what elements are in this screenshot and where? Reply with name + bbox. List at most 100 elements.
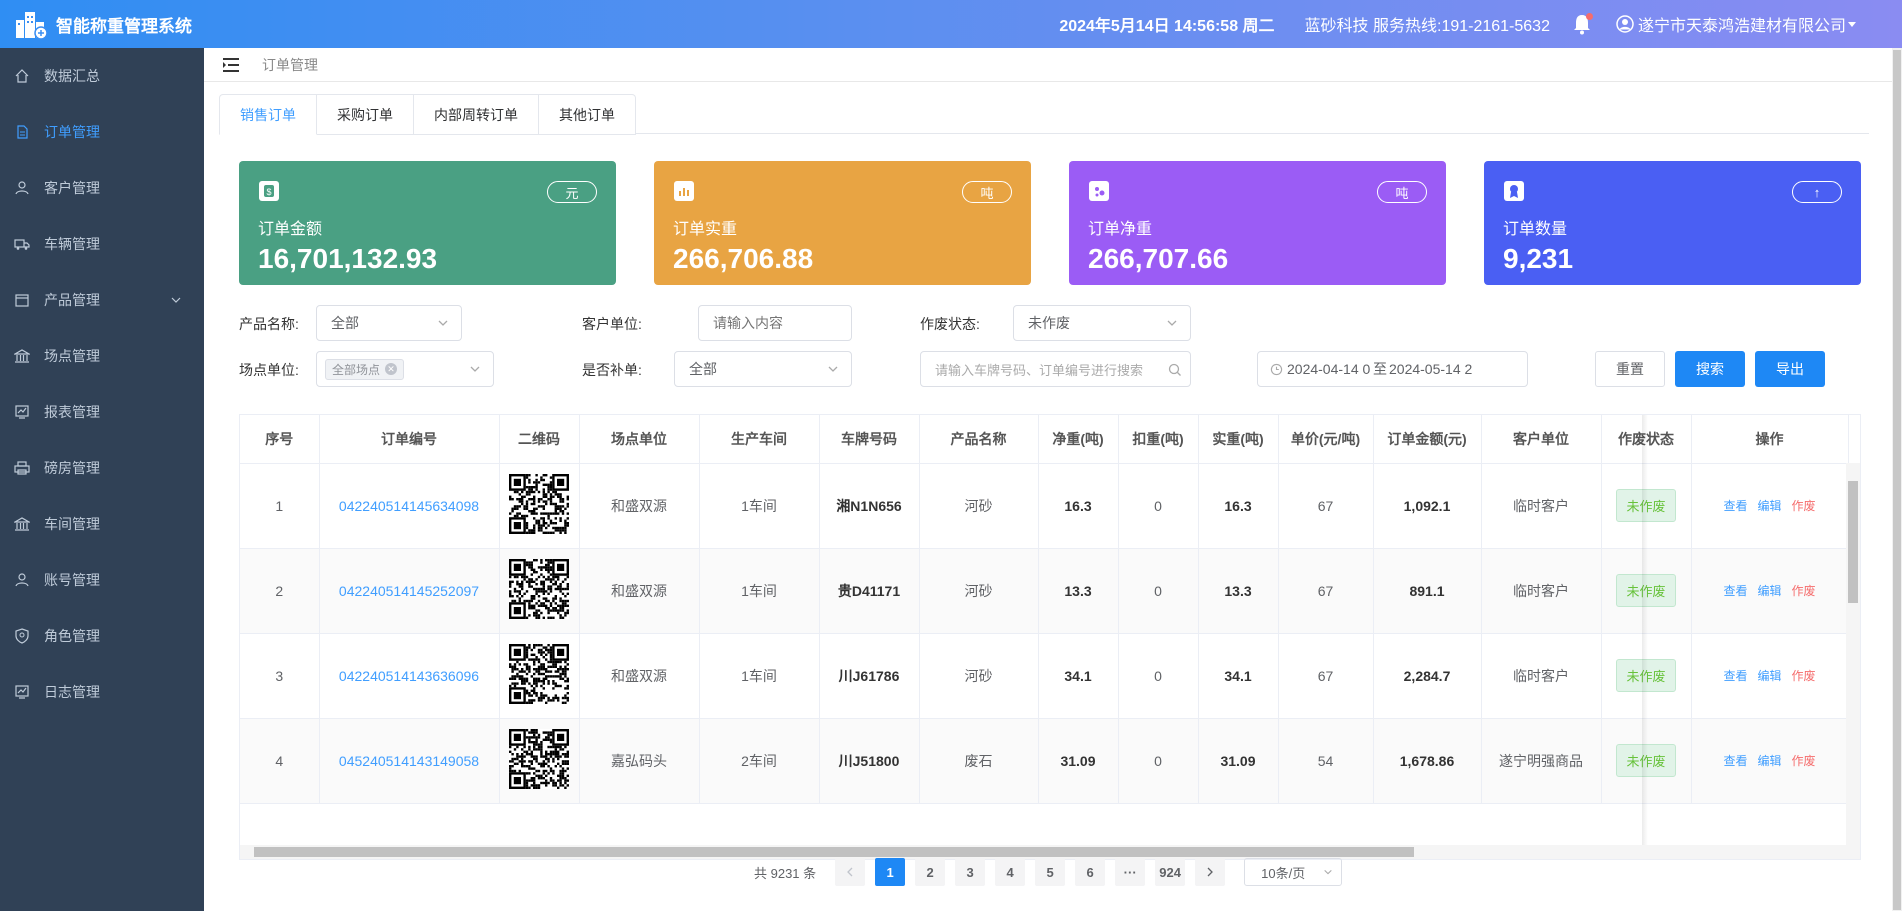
sidebar-item[interactable]: 数据汇总 (0, 48, 204, 104)
user-menu[interactable]: 遂宁市天泰鸿浩建材有限公司 (1616, 12, 1862, 36)
card-unit-badge[interactable]: 元 (547, 181, 597, 203)
cell-unit-price: 54 (1278, 718, 1374, 804)
cell-unit-price: 67 (1278, 633, 1374, 719)
supplement-filter-label: 是否补单: (582, 362, 642, 378)
sidebar-item[interactable]: 磅房管理 (0, 440, 204, 496)
page-button[interactable]: 3 (955, 858, 986, 886)
sidebar-item[interactable]: 客户管理 (0, 160, 204, 216)
edit-button[interactable]: 编辑 (1757, 754, 1781, 768)
chart-icon (15, 405, 29, 419)
void-status-select[interactable]: 未作废 (1013, 305, 1191, 341)
order-number-link[interactable]: 042240514143636096 (319, 633, 500, 719)
page-size-select[interactable]: 10条/页 (1244, 858, 1343, 886)
sidebar-item[interactable]: 产品管理 (0, 272, 204, 328)
page-button[interactable]: 1 (875, 858, 906, 886)
tab[interactable]: 销售订单 (219, 94, 317, 135)
void-button[interactable]: 作废 (1792, 669, 1816, 683)
void-button[interactable]: 作废 (1792, 584, 1816, 598)
sidebar-item-label: 报表管理 (44, 404, 100, 420)
reset-button[interactable]: 重置 (1595, 351, 1665, 387)
cell-qr[interactable] (499, 633, 580, 719)
notification-bell-icon[interactable] (1572, 13, 1594, 35)
next-page-button[interactable] (1195, 858, 1226, 886)
tab[interactable]: 其他订单 (539, 94, 636, 135)
cell-actual-weight: 31.09 (1198, 718, 1279, 804)
sidebar-item[interactable]: 车间管理 (0, 496, 204, 552)
sidebar-item[interactable]: 角色管理 (0, 608, 204, 664)
qr-code (509, 644, 569, 704)
sidebar-item[interactable]: 场点管理 (0, 328, 204, 384)
column-header: 二维码 (499, 415, 580, 464)
customer-input[interactable] (698, 305, 852, 341)
column-header: 产品名称 (919, 415, 1039, 464)
edit-button[interactable]: 编辑 (1757, 669, 1781, 683)
search-button[interactable]: 搜索 (1675, 351, 1745, 387)
sidebar-item[interactable]: 车辆管理 (0, 216, 204, 272)
prev-page-button[interactable] (835, 858, 866, 886)
product-select[interactable]: 全部 (316, 305, 462, 341)
tab[interactable]: 内部周转订单 (414, 94, 539, 135)
breadcrumb[interactable]: 订单管理 (262, 55, 318, 75)
tab[interactable]: 采购订单 (317, 94, 414, 135)
order-net-weight-card: 吨订单净重 266,707.66 (1069, 161, 1446, 285)
view-button[interactable]: 查看 (1723, 499, 1747, 513)
card-unit-badge[interactable]: 吨 (1377, 181, 1427, 203)
order-number-link[interactable]: 042240514145634098 (319, 463, 500, 549)
export-button[interactable]: 导出 (1755, 351, 1825, 387)
card-value: 9,231 (1503, 243, 1574, 274)
keyword-search-input[interactable]: 请输入车牌号码、订单编号进行搜索 (920, 351, 1191, 387)
page-scroll-thumb[interactable] (1893, 50, 1901, 910)
site-select[interactable]: 全部场点 ✕ (316, 351, 494, 387)
date-range-picker[interactable]: 2024-04-14 0 至 2024-05-14 2 (1257, 351, 1528, 387)
cell-amount: 891.1 (1373, 548, 1482, 634)
cell-qr[interactable] (499, 548, 580, 634)
page-button[interactable]: 6 (1075, 858, 1106, 886)
close-icon[interactable]: ✕ (385, 363, 398, 375)
void-button[interactable]: 作废 (1792, 754, 1816, 768)
cell-amount: 2,284.7 (1373, 633, 1482, 719)
cell-index: 3 (240, 633, 320, 719)
page-button[interactable]: 2 (915, 858, 946, 886)
page-scrollbar[interactable] (1892, 48, 1902, 911)
sidebar-item[interactable]: 日志管理 (0, 664, 204, 720)
total-count: 共 9231 条 (754, 865, 817, 881)
sidebar-item-label: 客户管理 (44, 180, 100, 196)
sidebar-item[interactable]: 账号管理 (0, 552, 204, 608)
column-header: 单价(元/吨) (1278, 415, 1374, 464)
cell-site: 和盛双源 (579, 633, 700, 719)
page-button[interactable]: ··· (1115, 858, 1146, 886)
cell-qr[interactable] (499, 463, 580, 549)
order-number-link[interactable]: 042240514145252097 (319, 548, 500, 634)
chevron-down-icon (171, 297, 181, 303)
vertical-scroll-thumb[interactable] (1848, 481, 1858, 603)
table-vertical-scrollbar[interactable] (1846, 463, 1860, 845)
cell-workshop: 1车间 (699, 633, 820, 719)
supplement-select-value: 全部 (689, 361, 717, 377)
sidebar-item-label: 磅房管理 (44, 460, 100, 476)
page-button[interactable]: 924 (1155, 858, 1186, 886)
horizontal-scroll-thumb[interactable] (254, 847, 1414, 857)
chevron-right-icon (1207, 867, 1214, 877)
datetime-display: 2024年5月14日 14:56:58 周二 (1059, 18, 1275, 35)
view-button[interactable]: 查看 (1723, 669, 1747, 683)
sidebar-item[interactable]: 报表管理 (0, 384, 204, 440)
view-button[interactable]: 查看 (1723, 584, 1747, 598)
cell-site: 嘉弘码头 (579, 718, 700, 804)
hamburger-icon[interactable] (222, 57, 240, 73)
supplement-select[interactable]: 全部 (674, 351, 852, 387)
card-unit-badge[interactable]: ↑ (1792, 181, 1842, 203)
edit-button[interactable]: 编辑 (1757, 584, 1781, 598)
product-select-value: 全部 (331, 315, 359, 331)
order-number-link[interactable]: 045240514143149058 (319, 718, 500, 804)
edit-button[interactable]: 编辑 (1757, 499, 1781, 513)
sidebar-item[interactable]: 订单管理 (0, 104, 204, 160)
page-button[interactable]: 4 (995, 858, 1026, 886)
search-icon (1168, 363, 1181, 376)
sidebar: 数据汇总 订单管理客户管理车辆管理 产品管理 场点管理报表管理磅房管理车间管理 账号管理… (0, 48, 204, 911)
void-button[interactable]: 作废 (1792, 499, 1816, 513)
page-button[interactable]: 5 (1035, 858, 1066, 886)
table-horizontal-scrollbar[interactable] (240, 845, 1860, 859)
cell-qr[interactable] (499, 718, 580, 804)
card-unit-badge[interactable]: 吨 (962, 181, 1012, 203)
view-button[interactable]: 查看 (1723, 754, 1747, 768)
